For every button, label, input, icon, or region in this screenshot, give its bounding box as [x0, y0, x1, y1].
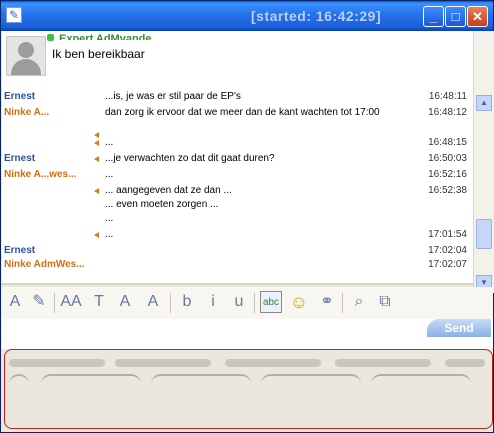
chat-window: ✎ [started: 16:42:29] _ □ ✕ Expert AdMva… [0, 0, 494, 433]
link-icon[interactable]: ⚭ [316, 291, 338, 313]
message-timestamp: 17:01:54 [428, 229, 467, 240]
message-sender: Ernest [4, 245, 36, 256]
panel-arc [9, 374, 29, 386]
panel-tab[interactable] [115, 359, 211, 367]
chat-message: Ernest 17:02:04 [2, 245, 473, 259]
message-sender: Ninke A...wes... [4, 169, 77, 180]
message-sender: Ninke AdmWes... [4, 259, 85, 270]
avatar[interactable] [6, 36, 46, 76]
close-button[interactable]: ✕ [467, 6, 488, 27]
message-text: ... [105, 137, 114, 148]
message-arrow-icon [94, 232, 99, 238]
message-timestamp: 17:02:07 [428, 259, 467, 270]
chat-scrollbar[interactable]: ▲ ▼ [473, 31, 494, 293]
message-sender: Ernest [4, 91, 36, 102]
panel-arc [261, 374, 361, 386]
message-text: ... [105, 213, 114, 224]
send-button[interactable]: Send [427, 319, 491, 337]
font-icon[interactable]: T [88, 291, 110, 313]
panel-arc [41, 374, 141, 386]
pen-icon[interactable]: ✎ [28, 291, 50, 313]
toolbar-separator [342, 293, 343, 313]
toolbar-separator [170, 293, 171, 313]
toolbar-separator [54, 293, 55, 313]
window-title: [started: 16:42:29] [251, 8, 382, 24]
message-arrow-icon [94, 140, 99, 146]
chat-message: Ninke A...wes...... 16:52:16 [2, 169, 473, 183]
font-style-icon[interactable]: AA [60, 291, 82, 313]
title-bar[interactable]: ✎ [started: 16:42:29] _ □ ✕ [1, 1, 493, 31]
italic-icon[interactable]: i [202, 291, 224, 313]
message-text: ... aangegeven dat ze dan ... [105, 185, 232, 196]
status-message: Ik ben bereikbaar [52, 47, 145, 61]
chat-message: ... even moeten zorgen ... [2, 199, 473, 213]
maximize-button[interactable]: □ [445, 6, 466, 27]
format-toolbar: A ✎ AA T A Ab i u abc ☺ ⚭ ⌕ ⧉ [2, 287, 493, 319]
attach-icon[interactable]: ⌕ [348, 291, 370, 313]
message-text: dan zorg ik ervoor dat we meer dan de ka… [105, 107, 380, 118]
chat-message: ... 17:01:54 [2, 229, 473, 243]
message-sender: Ninke A... [4, 107, 50, 118]
spellcheck-icon[interactable]: abc [260, 291, 282, 313]
chat-history: Ernest ...is, je was er stil paar de EP's… [2, 89, 473, 283]
panel-arc [151, 374, 251, 386]
message-arrow-icon [94, 188, 99, 194]
minimize-button[interactable]: _ [423, 6, 444, 27]
message-timestamp: 16:52:38 [428, 185, 467, 196]
message-timestamp: 17:02:04 [428, 245, 467, 256]
font-shrink-icon[interactable]: A [142, 291, 164, 313]
emoticon-icon[interactable]: ☺ [288, 291, 310, 313]
underline-icon[interactable]: u [228, 291, 250, 313]
chat-message: Ninke A... dan zorg ik ervoor dat we meer… [2, 107, 473, 121]
message-text: ...is, je was er stil paar de EP's [105, 91, 241, 102]
chat-message: ... aangegeven dat ze dan ... 16:52:38 [2, 185, 473, 199]
bold-icon[interactable]: b [176, 291, 198, 313]
panel-tab[interactable] [335, 359, 431, 367]
bottom-panel [4, 349, 493, 429]
chat-message: ... 16:48:15 [2, 137, 473, 151]
panel-arc [371, 374, 471, 386]
message-text: ... even moeten zorgen ... [105, 199, 219, 210]
chat-message: Ninke AdmWes... 17:02:07 [2, 259, 473, 273]
message-timestamp: 16:48:15 [428, 137, 467, 148]
chat-message: ... [2, 213, 473, 227]
message-text: ... [105, 229, 114, 240]
scroll-up-icon[interactable]: ▲ [476, 95, 492, 111]
message-text: ... [105, 169, 114, 180]
toolbar-separator [254, 293, 255, 313]
font-grow-icon[interactable]: A [114, 291, 136, 313]
screenshot-icon[interactable]: ⧉ [374, 291, 396, 313]
chat-message: Ernest ...is, je was er stil paar de EP's… [2, 91, 473, 105]
divider [1, 283, 473, 285]
contact-name: Expert AdMvande [59, 33, 152, 40]
message-timestamp: 16:50:03 [428, 153, 467, 164]
font-color-icon[interactable]: A [4, 291, 26, 313]
message-timestamp: 16:48:11 [428, 91, 467, 102]
message-sender: Ernest [4, 153, 36, 164]
app-pen-icon: ✎ [6, 7, 22, 23]
message-input[interactable] [2, 319, 493, 349]
online-status-icon [47, 34, 54, 41]
panel-tab[interactable] [445, 359, 485, 367]
panel-tab[interactable] [225, 359, 321, 367]
message-arrow-icon [94, 156, 99, 162]
message-timestamp: 16:52:16 [428, 169, 467, 180]
message-text: ...je verwachten zo dat dit gaat duren? [105, 153, 275, 164]
panel-tab[interactable] [9, 359, 105, 367]
scroll-thumb[interactable] [476, 219, 492, 249]
contact-header: Expert AdMvande Ik ben bereikbaar [2, 31, 473, 89]
message-timestamp: 16:48:12 [428, 107, 467, 118]
chat-message: Ernest ...je verwachten zo dat dit gaat d… [2, 153, 473, 167]
